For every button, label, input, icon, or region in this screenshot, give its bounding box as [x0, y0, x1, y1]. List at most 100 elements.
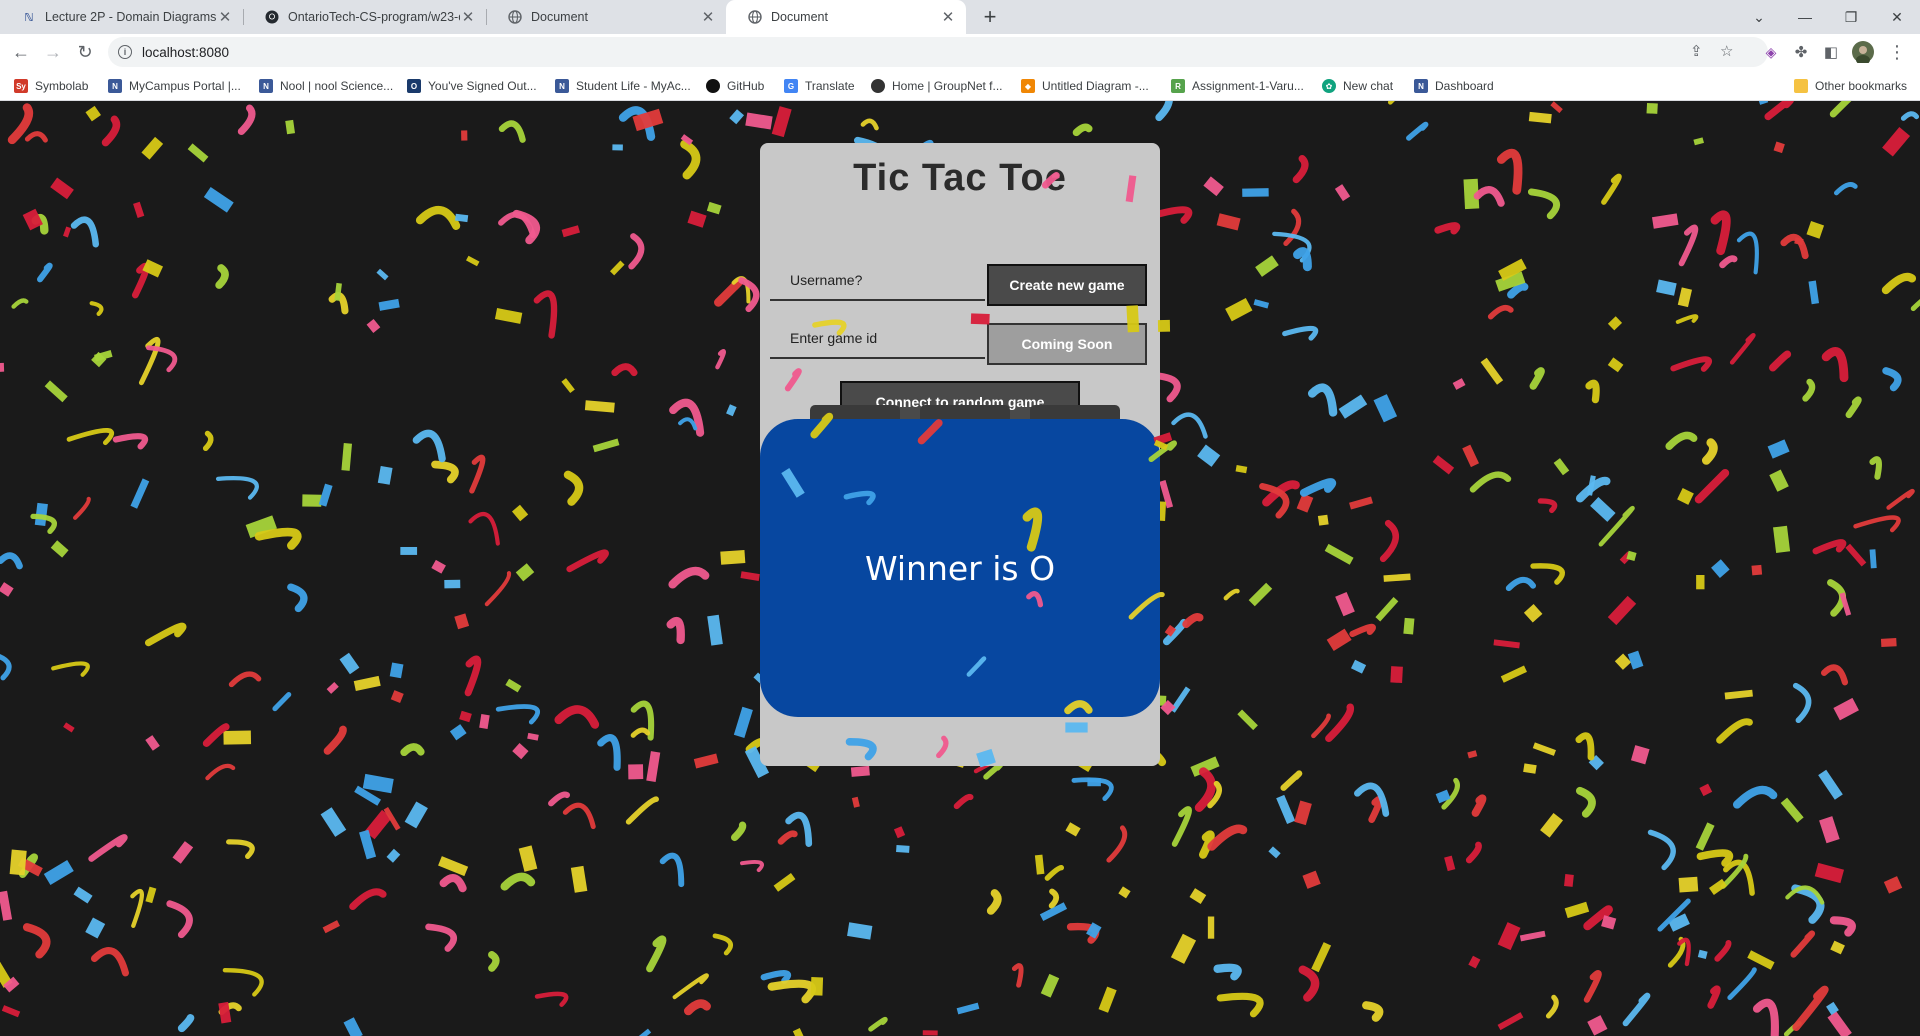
bookmark-star-icon[interactable]: ☆ [1720, 42, 1733, 60]
confetti-piece [1335, 591, 1355, 617]
confetti-piece [202, 430, 214, 452]
bookmark-dashboard[interactable]: N Dashboard [1414, 76, 1494, 96]
minimize-icon[interactable]: — [1782, 0, 1828, 34]
tab-search-icon[interactable]: ⌄ [1736, 0, 1782, 34]
confetti-piece [1696, 574, 1705, 590]
confetti-piece [1790, 930, 1815, 958]
confetti-piece [1334, 184, 1351, 202]
confetti-piece [1792, 985, 1829, 1031]
confetti-piece [1505, 576, 1537, 592]
confetti-piece [730, 821, 747, 842]
bookmark-github[interactable]: GitHub [706, 76, 764, 96]
address-bar[interactable]: i localhost:8080 [108, 37, 1768, 67]
confetti-piece [1207, 916, 1215, 939]
confetti-piece [1507, 282, 1529, 299]
confetti-piece [1496, 148, 1523, 195]
confetti-piece [810, 977, 824, 996]
forward-icon[interactable]: → [40, 39, 66, 65]
tab-github[interactable]: OntarioTech-CS-program/w23-cs ✕ [243, 0, 486, 34]
confetti-piece [0, 582, 14, 597]
bookmark-signed-out[interactable]: O You've Signed Out... [407, 76, 537, 96]
confetti-piece [771, 106, 792, 138]
confetti-piece [1707, 985, 1721, 1009]
bookmark-assignment[interactable]: R Assignment-1-Varu... [1171, 76, 1304, 96]
confetti-piece [285, 119, 296, 135]
avatar[interactable] [1850, 39, 1876, 65]
confetti-piece [431, 460, 459, 484]
confetti-piece [1171, 412, 1208, 439]
bookmark-translate[interactable]: G Translate [784, 76, 855, 96]
confetti-piece [1732, 785, 1778, 809]
confetti-piece [1564, 901, 1590, 919]
bookmark-untitled-diagram[interactable]: ◆ Untitled Diagram -... [1021, 76, 1149, 96]
confetti-piece [0, 552, 23, 570]
confetti-piece [272, 692, 292, 712]
bookmark-student-life[interactable]: N Student Life - MyAc... [555, 76, 691, 96]
confetti-piece [561, 225, 581, 238]
bookmark-mycampus[interactable]: N MyCampus Portal |... [108, 76, 241, 96]
confetti-piece [461, 130, 468, 141]
close-icon[interactable]: ✕ [460, 8, 476, 26]
confetti-piece [141, 136, 164, 160]
page-viewport: Tic Tac Toe Username? Create new game En… [0, 101, 1920, 1036]
confetti-piece [1519, 930, 1546, 942]
confetti-piece [1434, 222, 1461, 235]
confetti-piece [505, 678, 522, 693]
confetti-piece [1590, 496, 1616, 522]
confetti-piece [1751, 564, 1763, 576]
bookmark-groupnet[interactable]: Home | GroupNet f... [871, 76, 1003, 96]
confetti-piece [1349, 623, 1376, 638]
site-info-icon[interactable]: i [118, 45, 132, 59]
confetti-piece [0, 654, 12, 681]
confetti-piece [1523, 604, 1543, 623]
bookmark-symbolab[interactable]: Sy Symbolab [14, 76, 88, 96]
extensions-puzzle-icon[interactable]: ✤ [1788, 39, 1814, 65]
side-panel-icon[interactable]: ◧ [1818, 39, 1844, 65]
confetti-piece [1575, 732, 1595, 761]
bookmark-nool[interactable]: N Nool | nool Science... [259, 76, 393, 96]
join-game-button[interactable]: Coming Soon [987, 323, 1147, 365]
confetti-piece [1678, 224, 1699, 267]
tab-document-active[interactable]: Document ✕ [726, 0, 966, 34]
close-icon[interactable]: ✕ [217, 8, 233, 26]
confetti-piece [1065, 822, 1081, 837]
bookmark-label: MyCampus Portal |... [129, 79, 241, 93]
restore-icon[interactable]: ❐ [1828, 0, 1874, 34]
tab-title: Document [771, 10, 828, 24]
bookmark-new-chat[interactable]: ✿ New chat [1322, 76, 1393, 96]
confetti-piece [349, 888, 387, 911]
menu-icon[interactable]: ⋮ [1884, 39, 1910, 65]
share-icon[interactable]: ⇪ [1690, 42, 1703, 60]
close-icon[interactable]: ✕ [940, 8, 956, 26]
username-input[interactable]: Username? [770, 261, 985, 301]
create-game-button[interactable]: Create new game [987, 264, 1147, 306]
confetti-piece [570, 865, 588, 893]
close-window-icon[interactable]: ✕ [1874, 0, 1920, 34]
bookmark-label: Symbolab [35, 79, 89, 93]
new-tab-button[interactable]: + [977, 4, 1003, 30]
close-icon[interactable]: ✕ [700, 8, 716, 26]
game-id-input[interactable]: Enter game id [770, 319, 985, 359]
extension-icon[interactable]: ◈ [1758, 39, 1784, 65]
confetti-piece [228, 671, 262, 688]
confetti-piece [1282, 325, 1319, 341]
confetti-piece [323, 725, 347, 755]
confetti-piece [1845, 396, 1862, 419]
confetti-piece [1697, 949, 1708, 960]
reload-icon[interactable]: ↻ [72, 39, 98, 65]
confetti-piece [1118, 886, 1131, 899]
confetti-piece [50, 177, 74, 200]
tab-lecture[interactable]: ℕ Lecture 2P - Domain Diagrams.p ✕ [0, 0, 243, 34]
back-icon[interactable]: ← [8, 39, 34, 65]
confetti-piece [1530, 563, 1565, 585]
confetti-piece [326, 681, 339, 694]
confetti-piece [592, 438, 620, 453]
confetti-piece [1452, 378, 1466, 390]
confetti-piece [73, 886, 93, 904]
confetti-piece [612, 144, 623, 151]
confetti-piece [222, 968, 264, 997]
other-bookmarks[interactable]: Other bookmarks [1794, 76, 1907, 96]
tab-document-1[interactable]: Document ✕ [486, 0, 726, 34]
confetti-piece [479, 714, 490, 730]
confetti-piece [1235, 464, 1248, 474]
